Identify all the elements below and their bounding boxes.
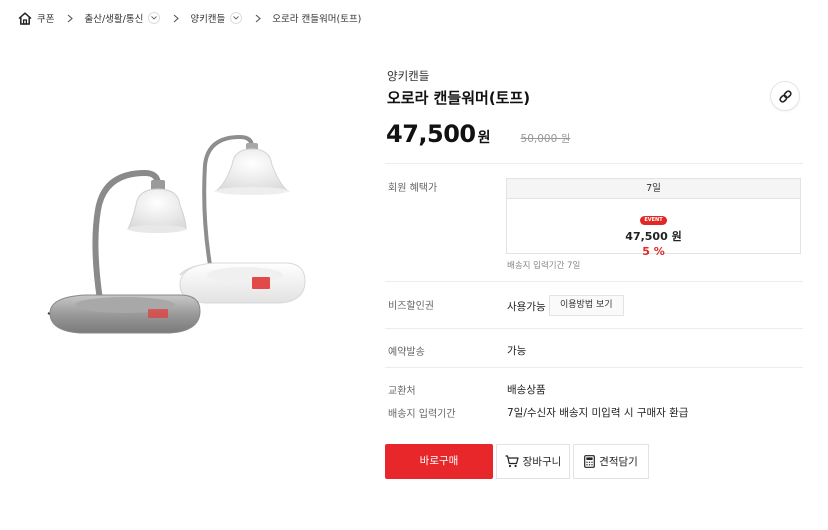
- chevron-down-icon[interactable]: [148, 12, 161, 24]
- benefit-price: 47,500 원: [625, 230, 682, 243]
- breadcrumb-item-product: 오로라 캔들워머(토프): [272, 11, 361, 25]
- price-row: 47,500 원 50,000 원: [386, 120, 570, 148]
- calculator-icon: [584, 455, 596, 468]
- preorder-label: 예약발송: [388, 347, 425, 358]
- chevron-right-icon: [67, 14, 74, 23]
- buy-now-button[interactable]: 바로구매: [385, 444, 493, 479]
- breadcrumb: 쿠폰 출산/생활/통신 양키캔들 오로라 캔들워머(토프): [18, 9, 361, 27]
- address-period-value: 7일/수신자 배송지 미입력 시 구매자 환급: [507, 407, 689, 419]
- divider: [385, 163, 803, 164]
- divider: [385, 328, 803, 329]
- benefit-label: 회원 혜택가: [388, 183, 438, 194]
- exchange-value: 배송상품: [507, 384, 546, 396]
- chevron-right-icon: [173, 14, 180, 23]
- benefit-body: EVENT 47,500 원 5 %: [507, 199, 800, 258]
- biz-coupon-value: 사용가능: [507, 301, 546, 313]
- breadcrumb-item-category[interactable]: 출산/생활/통신: [84, 11, 161, 25]
- cart-label: 장바구니: [522, 456, 562, 468]
- benefit-period: 7일: [507, 179, 800, 199]
- divider: [385, 367, 803, 368]
- breadcrumb-home-label: 쿠폰: [37, 14, 55, 25]
- divider: [385, 281, 803, 282]
- add-to-cart-button[interactable]: 장바구니: [496, 444, 570, 479]
- product-image: [40, 125, 320, 350]
- product-brand[interactable]: 양키캔들: [387, 68, 429, 84]
- preorder-value: 가능: [507, 345, 527, 357]
- breadcrumb-item-label: 양키캔들: [190, 14, 226, 25]
- product-title: 오로라 캔들워머(토프): [387, 89, 531, 107]
- benefit-box: 7일 EVENT 47,500 원 5 %: [506, 178, 801, 258]
- biz-coupon-label: 비즈할인권: [388, 301, 434, 312]
- event-badge: EVENT: [640, 216, 667, 225]
- chevron-down-icon[interactable]: [230, 12, 243, 24]
- share-link-button[interactable]: [770, 81, 800, 111]
- breadcrumb-item-label: 오로라 캔들워머(토프): [272, 14, 362, 25]
- home-icon: [18, 11, 32, 25]
- address-period-label: 배송지 입력기간: [388, 409, 456, 420]
- how-to-use-button[interactable]: 이용방법 보기: [549, 295, 624, 316]
- exchange-label: 교환처: [388, 386, 416, 397]
- link-icon: [778, 89, 792, 103]
- quote-label: 견적담기: [599, 456, 638, 468]
- cart-icon: [505, 455, 519, 468]
- add-to-quote-button[interactable]: 견적담기: [573, 444, 649, 479]
- benefit-note: 배송지 입력기간 7일: [507, 261, 581, 271]
- chevron-right-icon: [255, 14, 262, 23]
- sale-price: 47,500: [386, 120, 476, 148]
- breadcrumb-item-label: 출산/생활/통신: [84, 14, 144, 25]
- original-price: 50,000 원: [520, 133, 571, 145]
- breadcrumb-home[interactable]: 쿠폰: [18, 11, 54, 25]
- price-unit: 원: [477, 130, 491, 146]
- breadcrumb-item-brand[interactable]: 양키캔들: [190, 11, 243, 25]
- benefit-discount: 5 %: [642, 245, 665, 258]
